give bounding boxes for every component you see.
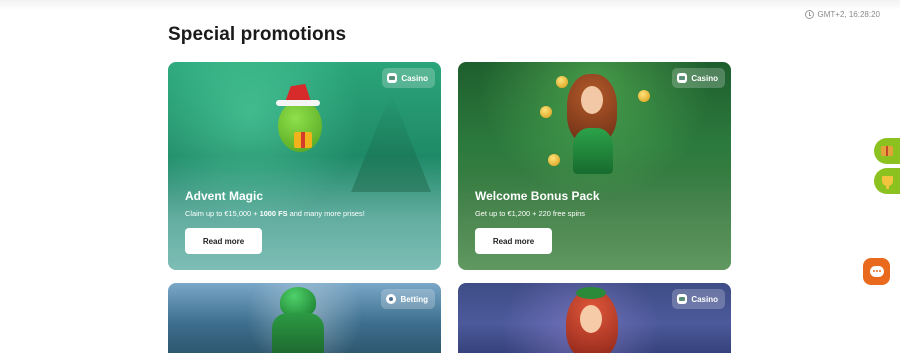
category-badge: Casino — [672, 289, 725, 309]
promo-card-advent-magic[interactable]: Casino Advent Magic Claim up to €15,000 … — [168, 62, 441, 270]
category-badge: Casino — [672, 68, 725, 88]
promo-card-betting[interactable]: Betting — [168, 283, 441, 353]
promo-card-welcome-bonus[interactable]: Casino Welcome Bonus Pack Get up to €1,2… — [458, 62, 731, 270]
badge-label: Betting — [400, 294, 428, 304]
category-badge: Betting — [381, 289, 435, 309]
clock-text: GMT+2, 16:28:20 — [817, 10, 880, 19]
chat-button[interactable] — [863, 258, 890, 285]
coin-icon — [556, 76, 568, 88]
redhead-hostess-image — [558, 287, 628, 353]
coin-icon — [548, 154, 560, 166]
coin-icon — [540, 106, 552, 118]
badge-label: Casino — [401, 73, 428, 83]
trophy-icon — [881, 176, 893, 189]
grinch-mascot-image — [270, 78, 330, 158]
tournament-widget-button[interactable] — [874, 168, 900, 194]
casino-icon — [387, 73, 398, 83]
badge-label: Casino — [691, 73, 718, 83]
promo-subtitle: Claim up to €15,000 + 1000 FS and many m… — [185, 209, 365, 218]
football-player-image — [258, 287, 338, 353]
top-bar — [0, 0, 900, 10]
page-title: Special promotions — [168, 24, 347, 45]
ball-icon — [386, 294, 397, 304]
server-clock: GMT+2, 16:28:20 — [804, 10, 880, 19]
read-more-button[interactable]: Read more — [185, 228, 262, 254]
promo-card-casino[interactable]: Casino — [458, 283, 731, 353]
casino-icon — [677, 73, 688, 83]
promo-subtitle: Get up to €1,200 + 220 free spins — [475, 209, 585, 218]
badge-label: Casino — [691, 294, 718, 304]
casino-icon — [677, 294, 688, 304]
coin-icon — [638, 90, 650, 102]
clock-icon — [804, 10, 814, 19]
promo-title: Advent Magic — [185, 189, 264, 203]
category-badge: Casino — [382, 68, 435, 88]
gift-icon — [881, 146, 893, 156]
chat-icon — [869, 266, 884, 277]
read-more-button[interactable]: Read more — [475, 228, 552, 254]
bonus-widget-button[interactable] — [874, 138, 900, 164]
promo-title: Welcome Bonus Pack — [475, 189, 600, 203]
